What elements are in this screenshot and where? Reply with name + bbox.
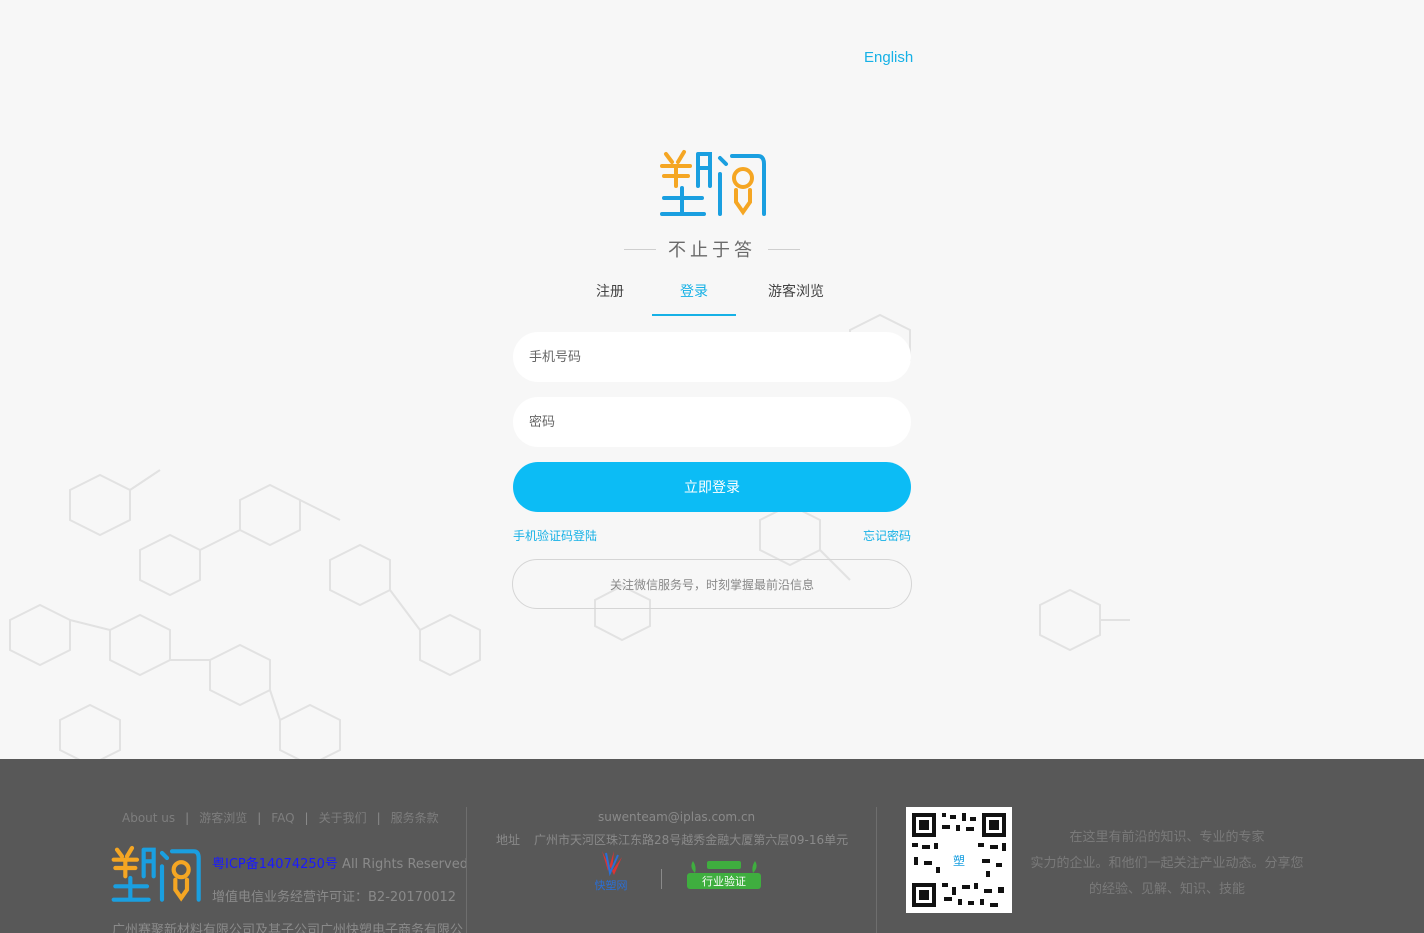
wechat-notice-text: 关注微信服务号，时刻掌握最前沿信息: [609, 577, 814, 592]
industry-verify-text: 行业验证: [702, 874, 746, 888]
footer-nav-separator: |: [376, 810, 381, 825]
phone-input[interactable]: [513, 332, 911, 382]
language-switch-link[interactable]: English: [864, 49, 913, 66]
auth-tabs: 注册 登录 游客浏览: [568, 278, 856, 316]
footer-nav-separator: |: [257, 810, 262, 825]
icp-link[interactable]: 粤ICP备14074250号: [212, 857, 338, 872]
address-text: 广州市天河区珠江东路28号越秀金融大厦第六层09-16单元: [534, 833, 849, 847]
footer-divider: [466, 807, 467, 933]
slogan-text: 不止于答: [668, 240, 756, 261]
sms-login-link[interactable]: 手机验证码登陆: [513, 527, 597, 544]
footer-link-about-cn[interactable]: 关于我们: [319, 809, 367, 826]
footer-slogan-line: 的经验、见解、知识、技能: [1088, 882, 1245, 897]
footer-link-terms[interactable]: 服务条款: [391, 809, 439, 826]
forgot-password-link[interactable]: 忘记密码: [863, 527, 911, 544]
slogan-right-line: [768, 248, 800, 250]
slogan-left-line: [624, 248, 656, 250]
brand-logo: [660, 150, 766, 216]
footer-nav-separator: |: [304, 810, 309, 825]
footer-link-faq[interactable]: FAQ: [271, 811, 294, 825]
brand-slogan: 不止于答: [620, 236, 804, 262]
password-input[interactable]: [513, 397, 911, 447]
footer-logo: [111, 845, 201, 902]
footer-address: 地址 广州市天河区珠江东路28号越秀金融大厦第六层09-16单元: [496, 831, 848, 848]
footer-slogan-line: 实力的企业。和他们一起关注产业动态。分享您: [1030, 856, 1304, 871]
kuaisu-badge: 快塑网: [595, 851, 628, 892]
tab-guest-browse[interactable]: 游客浏览: [736, 278, 856, 314]
industry-verify-badge: 行业验证: [687, 861, 761, 889]
footer: About us | 游客浏览 | FAQ | 关于我们 | 服务条款 粤ICP…: [0, 759, 1424, 933]
footer-icp: 粤ICP备14074250号 All Rights Reserved: [212, 853, 468, 872]
address-label: 地址: [496, 833, 521, 847]
footer-email: suwenteam@iplas.com.cn: [598, 810, 756, 824]
wechat-follow-button[interactable]: 关注微信服务号，时刻掌握最前沿信息: [512, 559, 912, 609]
badge-separator: [661, 869, 662, 889]
tab-register[interactable]: 注册: [568, 278, 652, 314]
footer-company: 广州赛聚新材料有限公司及其子公司广州快塑电子商务有限公司: [112, 923, 464, 933]
rights-text: All Rights Reserved: [337, 857, 468, 872]
login-button[interactable]: 立即登录: [513, 462, 911, 512]
wechat-qr-code: 塑: [906, 807, 1012, 913]
footer-slogan-line: 在这里有前沿的知识、专业的专家: [1069, 830, 1265, 845]
footer-license: 增值电信业务经营许可证：B2-20170012: [212, 890, 457, 905]
tab-login[interactable]: 登录: [652, 278, 736, 316]
kuaisu-badge-text: 快塑网: [595, 878, 628, 892]
footer-nav-separator: |: [185, 810, 190, 825]
footer-link-guest-browse[interactable]: 游客浏览: [199, 809, 247, 826]
footer-slogan: 在这里有前沿的知识、专业的专家 实力的企业。和他们一起关注产业动态。分享您 的经…: [1024, 825, 1310, 903]
svg-text:塑: 塑: [953, 853, 965, 868]
footer-divider: [876, 807, 877, 933]
footer-nav: About us | 游客浏览 | FAQ | 关于我们 | 服务条款: [122, 809, 439, 826]
footer-link-about-us[interactable]: About us: [122, 811, 175, 825]
